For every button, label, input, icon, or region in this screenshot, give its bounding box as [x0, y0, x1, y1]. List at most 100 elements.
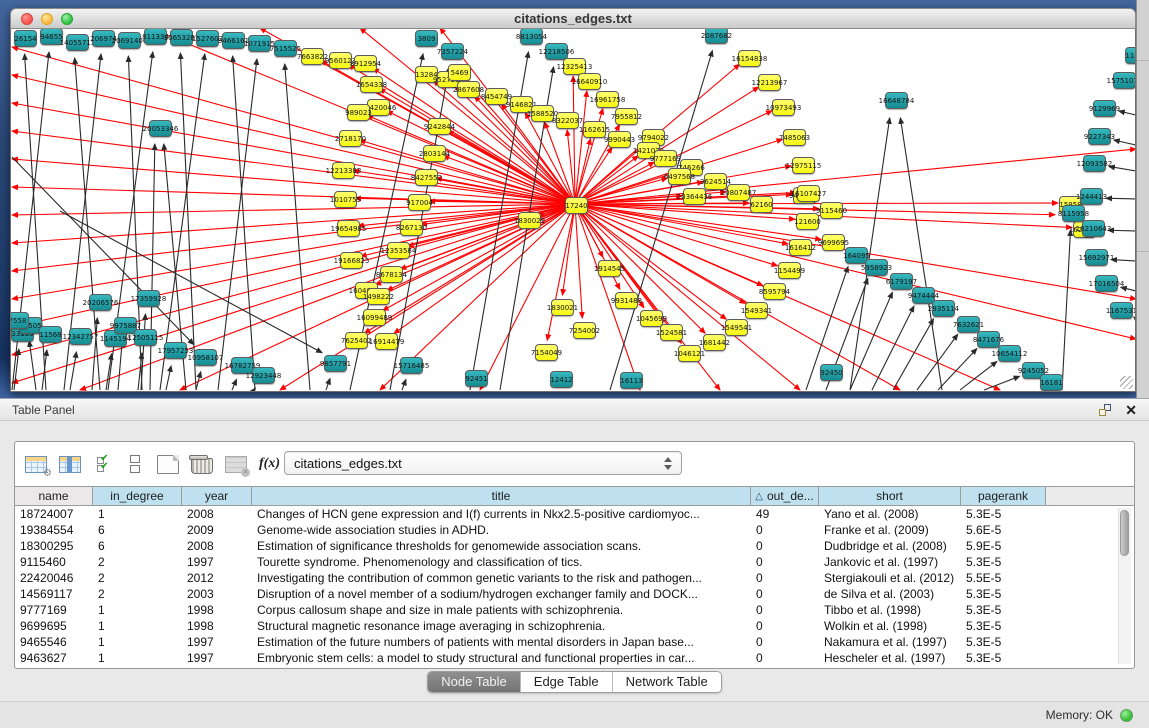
graph-node[interactable]: 12975115 — [792, 157, 815, 174]
graph-node[interactable]: 10653287 — [170, 29, 193, 46]
graph-node[interactable]: 811334 — [144, 29, 167, 45]
table-cell[interactable]: 1 — [93, 507, 182, 521]
graph-node[interactable]: 11568 — [39, 326, 62, 343]
table-cell[interactable]: 5.3E-5 — [961, 651, 1046, 665]
table-cell[interactable]: Tibbo et al. (1998) — [819, 603, 961, 617]
graph-node[interactable]: 1681442 — [703, 334, 726, 351]
graph-node[interactable]: 5469 — [448, 64, 471, 81]
table-row[interactable]: 2242004622012Investigating the contribut… — [15, 570, 1134, 586]
graph-node[interactable]: 20364436 — [683, 188, 706, 205]
graph-node[interactable]: 7357224 — [441, 43, 464, 60]
table-cell[interactable]: 2008 — [182, 539, 252, 553]
graph-node[interactable]: 7558 — [10, 312, 29, 329]
graph-node[interactable]: 9699695 — [822, 234, 845, 251]
graph-node[interactable]: 12342757 — [69, 328, 92, 345]
graph-node[interactable]: 14055713 — [66, 34, 89, 51]
graph-node[interactable]: 1549541 — [725, 319, 748, 336]
table-row[interactable]: 1456911722003Disruption of a novel membe… — [15, 586, 1134, 602]
table-cell[interactable]: 5.3E-5 — [961, 619, 1046, 633]
table-cell[interactable]: 49 — [751, 507, 819, 521]
table-cell[interactable]: 9465546 — [15, 635, 93, 649]
graph-node[interactable]: 2935114 — [932, 300, 955, 317]
graph-node[interactable]: 8912954 — [354, 55, 377, 72]
table-cell[interactable]: 18724007 — [15, 507, 93, 521]
graph-node[interactable]: 2087682 — [705, 29, 728, 44]
graph-node[interactable]: 17240 — [565, 197, 588, 214]
network-window-titlebar[interactable]: citations_edges.txt — [10, 8, 1136, 29]
graph-node[interactable]: 7625402 — [345, 332, 368, 349]
graph-node[interactable]: 12923448 — [252, 367, 275, 384]
graph-node[interactable]: 15751074 — [1113, 72, 1136, 89]
graph-node[interactable]: 1616412 — [789, 239, 812, 256]
table-cell[interactable]: Estimation of significance thresholds fo… — [252, 539, 751, 553]
table-cell[interactable]: Yano et al. (2008) — [819, 507, 961, 521]
graph-node[interactable]: 17957253 — [164, 342, 187, 359]
graph-node[interactable]: 8471676 — [977, 331, 1000, 348]
graph-node[interactable]: 12505115 — [134, 329, 157, 346]
table-cell[interactable]: Genome-wide association studies in ADHD. — [252, 523, 751, 537]
table-cell[interactable]: 0 — [751, 587, 819, 601]
table-cell[interactable]: 2 — [93, 587, 182, 601]
graph-node[interactable]: 9227343 — [1088, 128, 1111, 145]
graph-node[interactable]: 26154 — [14, 30, 37, 47]
table-cell[interactable]: 1997 — [182, 555, 252, 569]
graph-node[interactable]: 92450 — [820, 364, 843, 381]
graph-node[interactable]: 10654112 — [998, 345, 1021, 362]
graph-node[interactable]: 6497568 — [668, 168, 691, 185]
graph-node[interactable]: 1071915 — [248, 35, 271, 52]
graph-node[interactable]: 2867608 — [457, 81, 480, 98]
graph-node[interactable]: 9931488 — [615, 292, 638, 309]
graph-node[interactable]: 1549341 — [745, 302, 768, 319]
table-cell[interactable]: 19384554 — [15, 523, 93, 537]
table-cell[interactable]: 1997 — [182, 651, 252, 665]
graph-node[interactable]: 12213383 — [332, 162, 355, 179]
table-cell[interactable]: 1998 — [182, 619, 252, 633]
new-file-icon[interactable] — [157, 455, 179, 474]
table-cell[interactable]: Changes of HCN gene expression and I(f) … — [252, 507, 751, 521]
graph-node[interactable]: 1588520 — [531, 105, 554, 122]
graph-node[interactable]: 16640910 — [578, 73, 601, 90]
graph-node[interactable]: 8322037 — [556, 112, 579, 129]
graph-node[interactable]: 94655 — [40, 29, 63, 45]
graph-node[interactable]: 9115460 — [820, 202, 843, 219]
graph-node[interactable]: 917004 — [408, 194, 431, 211]
graph-node[interactable]: 16154838 — [738, 50, 761, 67]
graph-node[interactable]: 16210643 — [1082, 220, 1105, 237]
graph-node[interactable]: 16914479 — [375, 333, 398, 350]
graph-node[interactable]: 12353584 — [387, 242, 410, 259]
minimize-window-icon[interactable] — [41, 13, 53, 25]
table-cell[interactable]: 0 — [751, 539, 819, 553]
graph-node[interactable]: 10958107 — [194, 349, 217, 366]
table-cell[interactable]: 0 — [751, 603, 819, 617]
table-cell[interactable]: 1 — [93, 603, 182, 617]
table-cell[interactable]: 2003 — [182, 587, 252, 601]
close-panel-icon[interactable] — [1125, 404, 1137, 416]
graph-node[interactable]: 1046121 — [678, 345, 701, 362]
graph-node[interactable]: 12213967 — [758, 74, 781, 91]
table-selector-dropdown[interactable]: citations_edges.txt — [284, 451, 682, 475]
table-cell[interactable]: 9699695 — [15, 619, 93, 633]
graph-node[interactable]: 9990443 — [608, 131, 631, 148]
table-cell[interactable]: 5.5E-5 — [961, 571, 1046, 585]
graph-node[interactable]: 7955812 — [615, 108, 638, 125]
graph-node[interactable]: 1527602 — [196, 30, 219, 47]
graph-node[interactable]: 1498222 — [367, 288, 390, 305]
graph-node[interactable]: 17359928 — [137, 290, 160, 307]
graph-node[interactable]: 1830021 — [551, 299, 574, 316]
graph-node[interactable]: 20691406 — [118, 32, 141, 49]
graph-node[interactable]: 16782759 — [231, 357, 254, 374]
column-header-short[interactable]: short — [819, 487, 961, 505]
column-header-name[interactable]: name — [15, 487, 93, 505]
graph-node[interactable]: 16107427 — [797, 185, 820, 202]
table-cell[interactable]: 5.6E-5 — [961, 523, 1046, 537]
graph-node[interactable]: 1045699 — [640, 310, 663, 327]
table-cell[interactable]: Stergiakouli et al. (2012) — [819, 571, 961, 585]
graph-node[interactable]: 8813054 — [520, 29, 543, 45]
graph-node[interactable]: 22420046 — [367, 99, 390, 116]
graph-node[interactable]: 20206576 — [89, 294, 112, 311]
table-row[interactable]: 969969511998Structural magnetic resonanc… — [15, 618, 1134, 634]
table-scrollbar-thumb[interactable] — [1120, 510, 1129, 556]
table-cell[interactable]: 22420046 — [15, 571, 93, 585]
table-cell[interactable]: 5.3E-5 — [961, 587, 1046, 601]
table-row[interactable]: 1938455462009Genome-wide association stu… — [15, 522, 1134, 538]
